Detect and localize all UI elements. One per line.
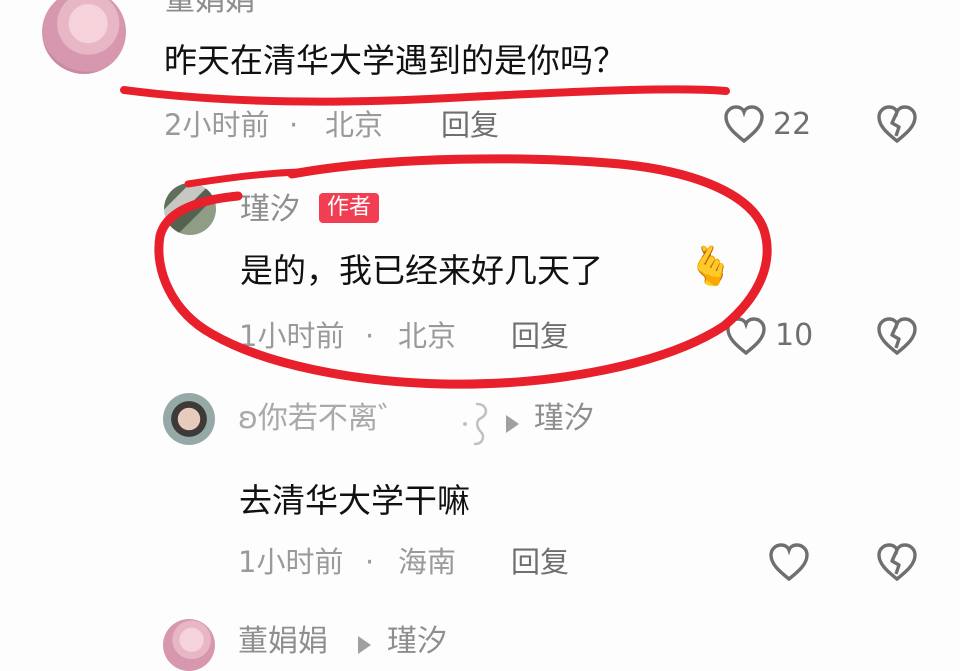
red-circle-annotation: [154, 154, 772, 389]
